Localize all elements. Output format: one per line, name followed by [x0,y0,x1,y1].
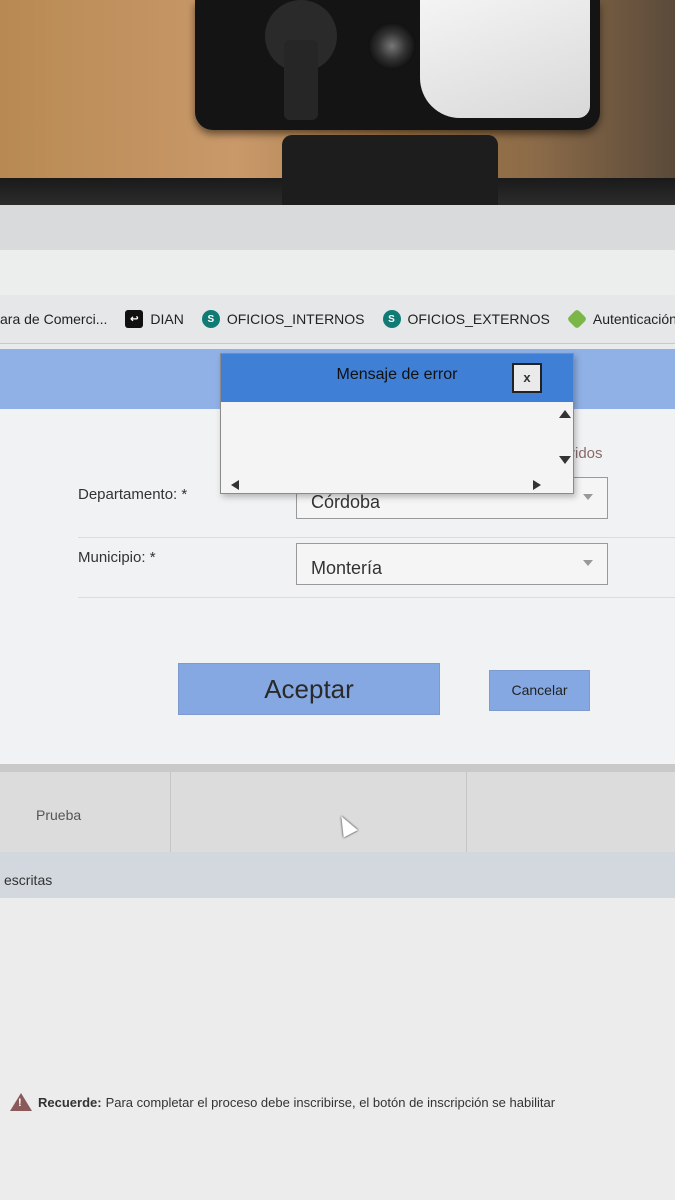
bookmark-label: ara de Comerci... [0,311,108,327]
municipio-value: Montería [311,558,383,578]
scroll-down-icon[interactable] [559,456,571,464]
bookmarks-bar: ara de Comerci... ↩ DIAN S OFICIOS_INTER… [0,295,675,344]
bookmark-oficios-externos[interactable]: S OFICIOS_EXTERNOS [382,310,550,328]
bookmark-label: Autenticación: [592,311,675,327]
scroll-up-icon[interactable] [559,410,571,418]
auth-icon [566,308,588,330]
vertical-scrollbar[interactable] [557,402,573,474]
chevron-down-icon [583,560,593,566]
webcam-glass [420,0,590,118]
departamento-label: Departamento: * [78,486,188,503]
close-button[interactable]: x [512,363,542,393]
browser-address-row [0,250,675,296]
cancel-button[interactable]: Cancelar [489,670,590,711]
column-divider [170,772,171,852]
scroll-right-icon[interactable] [533,480,541,490]
dian-icon: ↩ [125,310,144,328]
sharepoint-icon: S [201,310,220,328]
municipio-select[interactable]: Montería [296,543,608,585]
bookmark-autenticacion[interactable]: Autenticación: [566,308,675,330]
webcam-cover-arm [284,40,318,120]
bookmark-label: OFICIOS_INTERNOS [226,311,365,327]
bookmark-camara-comercio[interactable]: ara de Comerci... [0,311,107,327]
error-dialog: Mensaje de error x [220,353,574,494]
prueba-row: Prueba [0,772,675,852]
municipio-label: Municipio: * [78,549,156,566]
reminder-text: Para completar el proceso debe inscribir… [105,1094,556,1110]
column-divider [466,772,467,852]
bookmark-label: OFICIOS_EXTERNOS [407,311,550,327]
content-area: ! Recuerde: Para completar el proceso de… [0,898,675,1200]
bookmark-oficios-internos[interactable]: S OFICIOS_INTERNOS [201,310,365,328]
reminder-bold: Recuerde: [38,1094,102,1110]
horizontal-scrollbar[interactable] [221,475,557,493]
reminder-notice: ! Recuerde: Para completar el proceso de… [10,1093,555,1111]
bookmark-dian[interactable]: ↩ DIAN [125,310,184,328]
inscritas-header: escritas [0,852,675,898]
warning-icon: ! [10,1093,32,1111]
screen: ara de Comerci... ↩ DIAN S OFICIOS_INTER… [0,205,675,1200]
required-fields-note: ridos [570,445,603,462]
prueba-label: Prueba [36,807,82,823]
departamento-value: Córdoba [311,492,381,512]
webcam-lens [368,22,416,70]
section-divider [0,764,675,772]
form-row-municipio: Municipio: * Montería [78,537,675,598]
scroll-left-icon[interactable] [231,480,239,490]
accept-button[interactable]: Aceptar [178,663,440,715]
bookmark-label: DIAN [150,311,184,327]
browser-tab-strip [0,205,675,250]
inscritas-label: escritas [4,872,53,888]
chevron-down-icon [583,494,593,500]
dialog-title-bar[interactable]: Mensaje de error x [221,354,573,402]
sharepoint-icon: S [382,310,401,328]
